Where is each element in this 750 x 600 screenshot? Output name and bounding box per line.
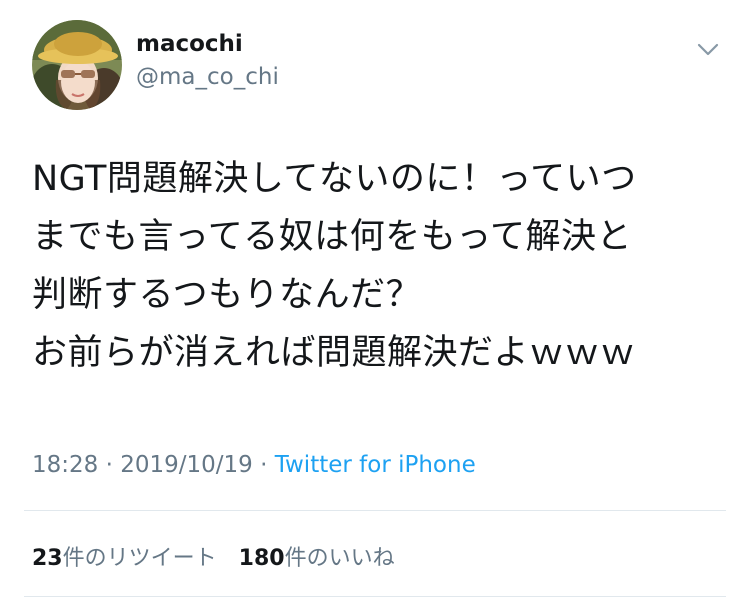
retweets-count: 23 bbox=[32, 546, 63, 571]
meta-separator: · bbox=[252, 452, 275, 478]
tweet-text: NGT問題解決してないのに！っていつ までも言ってる奴は何をもって解決と 判断す… bbox=[32, 159, 637, 373]
user-handle[interactable]: @ma_co_chi bbox=[136, 64, 279, 90]
tweet-stats: 23件のリツイート 180件のいいね bbox=[32, 540, 395, 572]
retweets-label: 件のリツイート bbox=[62, 546, 217, 571]
likes-stat[interactable]: 180件のいいね bbox=[239, 546, 395, 571]
avatar[interactable] bbox=[32, 20, 122, 110]
tweet-card: macochi @ma_co_chi NGT問題解決してないのに！っていつ まで… bbox=[0, 0, 750, 600]
avatar-image bbox=[32, 20, 122, 110]
tweet-date: 2019/10/19 bbox=[120, 452, 253, 478]
tweet-meta: 18:28 · 2019/10/19 · Twitter for iPhone bbox=[32, 452, 476, 478]
divider bbox=[24, 510, 726, 511]
tweet-time: 18:28 bbox=[32, 452, 99, 478]
likes-label: 件のいいね bbox=[284, 546, 395, 571]
chevron-down-icon[interactable] bbox=[692, 38, 724, 62]
meta-separator: · bbox=[98, 452, 121, 478]
tweet-source-link[interactable]: Twitter for iPhone bbox=[275, 452, 476, 478]
likes-count: 180 bbox=[238, 546, 285, 571]
divider bbox=[24, 596, 726, 597]
user-display-name[interactable]: macochi bbox=[136, 31, 243, 57]
retweets-stat[interactable]: 23件のリツイート bbox=[32, 546, 217, 571]
